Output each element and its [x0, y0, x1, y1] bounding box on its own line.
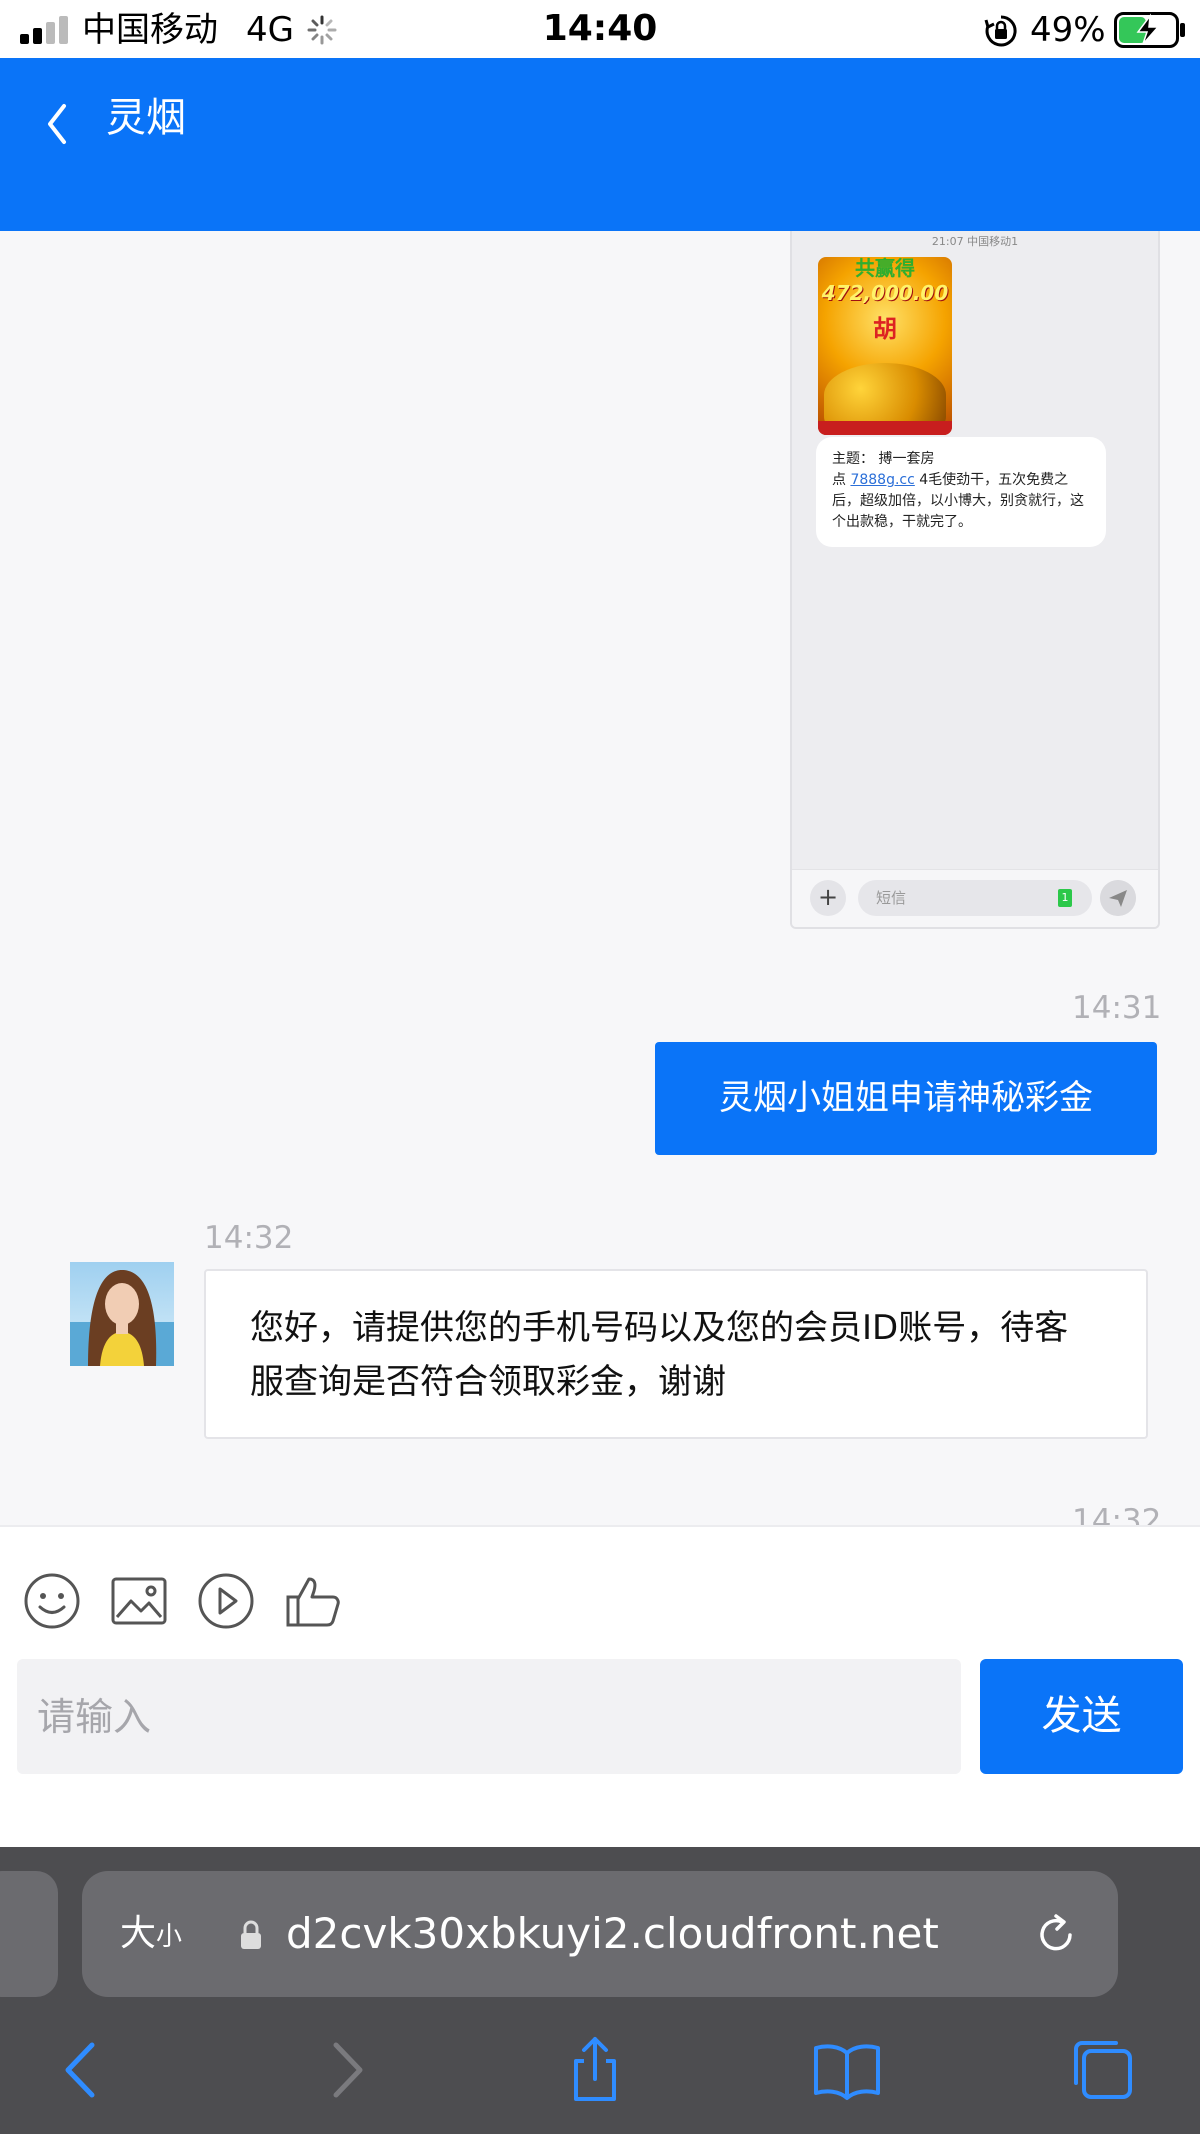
avatar-portrait-image	[70, 1262, 174, 1366]
emoji-icon[interactable]	[22, 1571, 82, 1631]
share-icon[interactable]	[560, 2035, 630, 2105]
thumbs-up-icon[interactable]	[283, 1571, 343, 1631]
url-text[interactable]: d2cvk30xbkuyi2.cloudfront.net	[286, 1871, 939, 1997]
lock-icon	[241, 1920, 261, 1949]
back-chevron-icon[interactable]	[38, 94, 78, 154]
reload-icon[interactable]	[1032, 1911, 1080, 1959]
promo-image: 共赢得 472,000.00 胡	[818, 257, 952, 435]
sms-subject: 主题： 搏一套房	[832, 451, 935, 467]
paper-plane-icon	[1100, 880, 1136, 916]
image-icon[interactable]	[109, 1571, 169, 1631]
screenshot-status-bar: 21:07 中国移动1	[931, 235, 1019, 248]
sms-link: 7888g.cc	[850, 472, 915, 488]
shared-screenshot[interactable]: 21:07 中国移动1 共赢得 472,000.00 胡 主题： 搏一套房 点 …	[790, 231, 1160, 929]
send-button[interactable]: 发送	[980, 1659, 1183, 1774]
sms-body: 点 7888g.cc 4毛使劲干，五次免费之后，超级加倍，以小博大，别贪就行，这…	[832, 472, 1084, 530]
app-header: 灵烟	[0, 58, 1200, 231]
promo-character: 胡	[873, 315, 897, 343]
promo-headline: 共赢得	[855, 257, 915, 280]
browser-back-icon[interactable]	[50, 2035, 120, 2105]
video-play-icon[interactable]	[196, 1571, 256, 1631]
text-size-button[interactable]: 大小	[120, 1871, 182, 2000]
message-input[interactable]	[17, 1659, 961, 1774]
sms-bubble: 主题： 搏一套房 点 7888g.cc 4毛使劲干，五次免费之后，超级加倍，以小…	[816, 437, 1106, 547]
message-timestamp: 14:32	[204, 1220, 294, 1256]
app-root: 中国移动 4G 14:40 49% 灵烟 21:07 中国移动1 共赢得 472…	[0, 0, 1200, 2134]
page-title: 灵烟	[106, 95, 186, 141]
browser-toolbar: 大小 d2cvk30xbkuyi2.cloudfront.net	[0, 1847, 1200, 2134]
plus-icon: +	[810, 880, 846, 916]
message-composer: 发送	[0, 1525, 1200, 1847]
status-bar: 中国移动 4G 14:40 49%	[0, 0, 1200, 58]
rotation-lock-icon	[984, 15, 1017, 47]
incoming-message-bubble[interactable]: 您好，请提供您的手机号码以及您的会员ID账号，待客服查询是否符合领取彩金，谢谢	[204, 1269, 1148, 1439]
sim-card-icon: 1	[1058, 889, 1072, 907]
outgoing-message-bubble[interactable]: 灵烟小姐姐申请神秘彩金	[655, 1042, 1157, 1155]
address-bar[interactable]: 大小 d2cvk30xbkuyi2.cloudfront.net	[82, 1871, 1118, 1997]
screenshot-input-bar: + 短信 1	[792, 869, 1158, 927]
previous-tab-preview[interactable]	[0, 1871, 58, 1997]
battery-percent: 49%	[1030, 10, 1106, 50]
bookmarks-icon[interactable]	[812, 2035, 882, 2105]
gold-coins-graphic	[824, 363, 946, 427]
clock: 14:40	[542, 8, 658, 49]
chat-area[interactable]: 21:07 中国移动1 共赢得 472,000.00 胡 主题： 搏一套房 点 …	[0, 231, 1200, 1525]
message-timestamp: 14:32	[1072, 1503, 1162, 1525]
red-cloth-graphic	[818, 421, 952, 435]
agent-avatar[interactable]	[70, 1262, 174, 1366]
browser-forward-icon[interactable]	[308, 2035, 378, 2105]
message-timestamp: 14:31	[1072, 990, 1162, 1026]
screenshot-sms-field: 短信 1	[858, 880, 1092, 916]
battery-charging-icon	[1114, 12, 1185, 48]
tabs-icon[interactable]	[1068, 2035, 1138, 2105]
promo-amount: 472,000.00	[821, 281, 949, 305]
